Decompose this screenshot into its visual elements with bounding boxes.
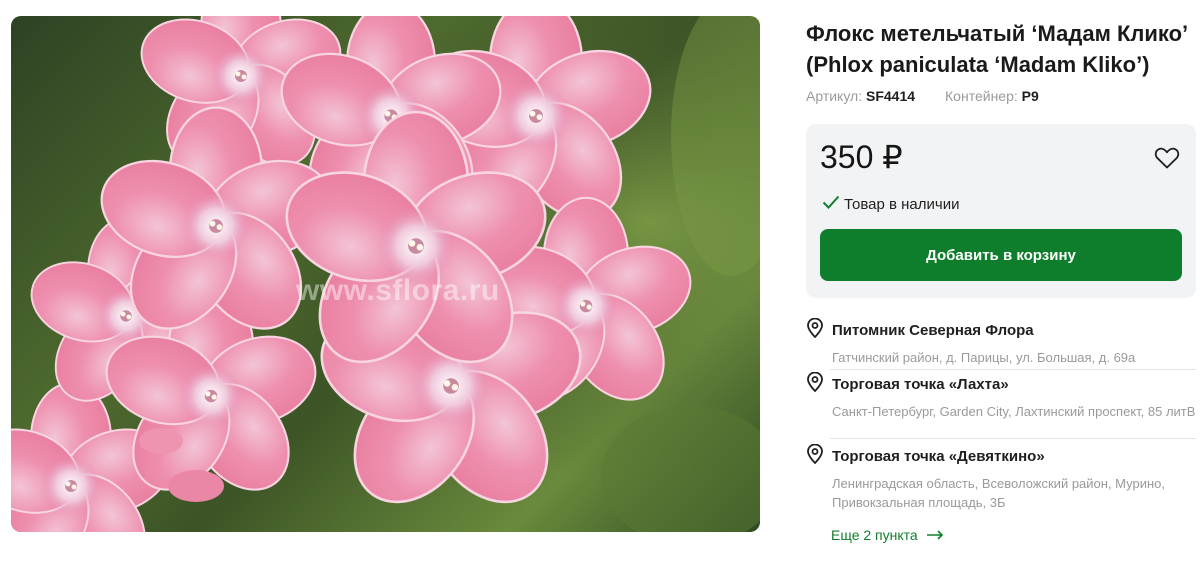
add-to-cart-button[interactable]: Добавить в корзину: [820, 229, 1182, 281]
stock-status-text: Товар в наличии: [844, 195, 960, 213]
location-item[interactable]: Питомник Северная Флора Гатчинский район…: [806, 317, 1196, 367]
sku-value: SF4414: [865, 88, 916, 104]
location-address: Гатчинский район, д. Парицы, ул. Большая…: [832, 350, 1136, 365]
location-item[interactable]: Торговая точка «Лахта» Санкт-Петербург, …: [806, 371, 1196, 421]
heart-icon[interactable]: [1154, 146, 1180, 170]
more-points-label: Еще 2 пункта: [831, 527, 918, 543]
arrow-right-icon: [926, 527, 944, 543]
price-box: 350 ₽ Товар в наличии Добавить в корзину: [806, 124, 1196, 298]
location-item[interactable]: Торговая точка «Девяткино» Ленинградская…: [806, 443, 1196, 512]
container-value: P9: [1021, 88, 1039, 104]
map-pin-icon: [806, 371, 824, 396]
location-address: Санкт-Петербург, Garden City, Лахтинский…: [832, 404, 1196, 419]
watermark: www.sflora.ru: [296, 274, 500, 307]
location-name: Торговая точка «Девяткино»: [832, 447, 1045, 465]
location-address: Ленинградская область, Всеволожский райо…: [832, 476, 1166, 510]
divider: [830, 369, 1196, 370]
sku: Артикул: SF4414: [806, 88, 915, 104]
price: 350 ₽: [820, 139, 903, 175]
product-photo[interactable]: www.sflora.ru: [11, 16, 760, 532]
container-label: Контейнер:: [945, 88, 1018, 104]
map-pin-icon: [806, 443, 824, 468]
sku-label: Артикул:: [806, 88, 863, 104]
check-icon: [822, 194, 840, 214]
product-title: Флокс метельчатый ‘Мадам Клико’ (Phlox p…: [806, 21, 1187, 77]
location-name: Торговая точка «Лахта»: [832, 375, 1009, 393]
product-meta: Артикул: SF4414 Контейнер: P9: [806, 88, 1039, 104]
container: Контейнер: P9: [945, 88, 1039, 104]
map-pin-icon: [806, 317, 824, 342]
divider: [830, 438, 1196, 439]
stock-status: Товар в наличии: [822, 194, 959, 214]
location-name: Питомник Северная Флора: [832, 321, 1034, 339]
more-points-link[interactable]: Еще 2 пункта: [831, 527, 944, 543]
